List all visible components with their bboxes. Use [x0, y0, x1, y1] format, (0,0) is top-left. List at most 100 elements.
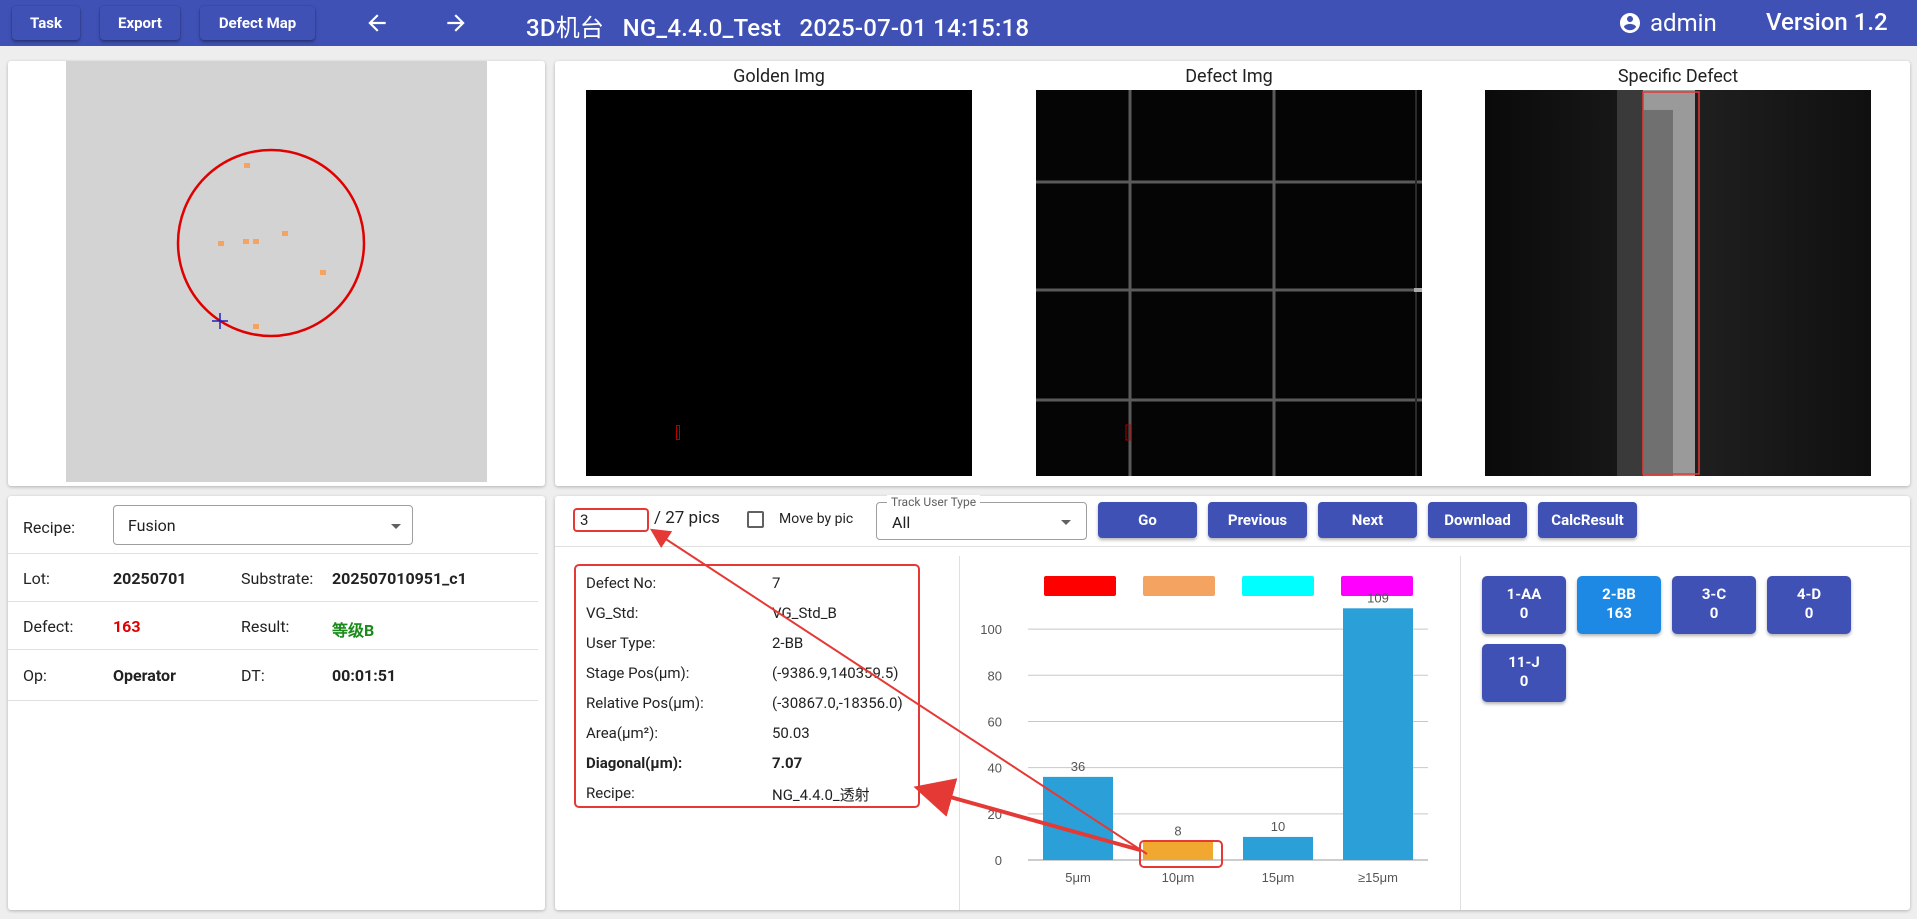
track-user-type-select[interactable]: Track User Type All	[876, 495, 1087, 540]
y-tick-label: 0	[995, 853, 1002, 868]
track-user-type-value: All	[892, 513, 911, 532]
y-tick-label: 80	[988, 668, 1002, 683]
op-value: Operator	[113, 666, 176, 685]
detail-value: 50.03	[772, 724, 810, 742]
detail-row-relative-pos: Relative Pos(μm): (-30867.0,-18356.0)	[586, 694, 916, 714]
bar	[1043, 776, 1113, 860]
op-row: Op: Operator DT: 00:01:51	[8, 651, 538, 701]
recipe-label: Recipe:	[23, 518, 75, 537]
detail-value: 2-BB	[772, 634, 804, 652]
chip-name: 1-AA	[1506, 585, 1542, 603]
defect-detail-box: Defect No: 7 VG_Std: VG_Std_B User Type: 2-…	[574, 564, 920, 808]
detail-row-defect-no: Defect No: 7	[586, 574, 916, 594]
specific-defect-title: Specific Defect	[1617, 66, 1739, 87]
defect-marker	[282, 231, 288, 236]
specific-defect-image[interactable]	[1485, 90, 1871, 476]
detail-row-area: Area(μm²): 50.03	[586, 724, 916, 744]
go-button[interactable]: Go	[1098, 502, 1197, 538]
x-tick-label: 15μm	[1262, 870, 1295, 885]
move-by-pic-checkbox[interactable]	[747, 511, 764, 528]
bar-value-label: 109	[1367, 590, 1389, 605]
section-divider	[1460, 556, 1461, 910]
user-menu[interactable]: admin	[1618, 9, 1717, 37]
username: admin	[1650, 9, 1717, 37]
dt-label: DT:	[241, 666, 265, 685]
chevron-down-icon	[1061, 520, 1071, 525]
defect-map-button[interactable]: Defect Map	[200, 6, 315, 40]
substrate-label: Substrate:	[241, 569, 314, 588]
legend-swatch	[1242, 576, 1314, 596]
detail-value: (-30867.0,-18356.0)	[772, 694, 903, 712]
defect-row: Defect: 163 Result: 等级B	[8, 602, 538, 650]
golden-defect-marker	[676, 425, 680, 440]
recipe-select[interactable]: Fusion	[113, 505, 413, 545]
user-type-chip-3-c[interactable]: 3-C 0	[1672, 576, 1756, 634]
bar	[1143, 841, 1213, 860]
task-button[interactable]: Task	[12, 6, 80, 40]
bar	[1343, 608, 1413, 860]
x-tick-label: ≥15μm	[1358, 870, 1398, 885]
bar-value-label: 8	[1174, 824, 1181, 839]
chip-name: 2-BB	[1602, 585, 1636, 603]
detail-row-diagonal: Diagonal(μm): 7.07	[586, 754, 916, 774]
version-label: Version 1.2	[1766, 8, 1888, 36]
wafer-map-canvas	[176, 148, 366, 338]
dt-value: 00:01:51	[332, 666, 397, 685]
bar	[1243, 836, 1313, 860]
defect-marker	[253, 239, 259, 244]
chip-name: 4-D	[1796, 585, 1822, 603]
user-type-chip-2-bb[interactable]: 2-BB 163	[1577, 576, 1661, 634]
user-type-chip-4-d[interactable]: 4-D 0	[1767, 576, 1851, 634]
defect-img-title: Defect Img	[1185, 66, 1273, 87]
x-tick-label: 10μm	[1162, 870, 1195, 885]
track-user-type-label: Track User Type	[887, 495, 981, 509]
y-tick-label: 100	[980, 622, 1002, 637]
user-type-chip-1-aa[interactable]: 1-AA 0	[1482, 576, 1566, 634]
detail-key: Area(μm²):	[586, 724, 658, 742]
calc-result-button[interactable]: CalcResult	[1538, 502, 1637, 538]
wafer-outline	[176, 148, 366, 338]
page-input[interactable]: 3	[573, 508, 649, 532]
chip-count: 0	[1519, 604, 1529, 622]
next-button[interactable]: Next	[1318, 502, 1417, 538]
bar-value-label: 10	[1271, 819, 1285, 834]
detail-key: Stage Pos(μm):	[586, 664, 690, 682]
forward-arrow-icon[interactable]	[443, 10, 469, 36]
chip-count: 0	[1519, 672, 1529, 690]
detail-key: Defect No:	[586, 574, 657, 592]
y-tick-label: 40	[988, 761, 1002, 776]
golden-image[interactable]	[586, 90, 972, 476]
chip-count: 0	[1804, 604, 1814, 622]
chip-count: 0	[1709, 604, 1719, 622]
recipe-value: Fusion	[128, 516, 176, 535]
detail-value: NG_4.4.0_透射	[772, 786, 870, 804]
y-tick-label: 20	[988, 807, 1002, 822]
download-button[interactable]: Download	[1428, 502, 1527, 538]
detail-key: User Type:	[586, 634, 656, 652]
substrate-value: 202507010951_c1	[332, 569, 467, 588]
op-label: Op:	[23, 666, 47, 685]
chevron-down-icon	[391, 524, 401, 529]
detail-row-user-type: User Type: 2-BB	[586, 634, 916, 654]
user-type-chip-11-j[interactable]: 11-J 0	[1482, 644, 1566, 702]
result-value: 等级B	[332, 621, 375, 640]
detail-key: Diagonal(μm):	[586, 754, 683, 772]
defect-count-value: 163	[113, 617, 141, 636]
wafer-map[interactable]	[66, 61, 487, 482]
detail-value: VG_Std_B	[772, 604, 837, 622]
previous-button[interactable]: Previous	[1208, 502, 1307, 538]
detail-row-stage-pos: Stage Pos(μm): (-9386.9,140359.5)	[586, 664, 916, 684]
detail-key: VG_Std:	[586, 604, 639, 622]
specific-defect-pattern	[1485, 90, 1871, 476]
defect-marker	[243, 239, 249, 244]
legend-swatch	[1143, 576, 1215, 596]
chip-name: 3-C	[1701, 585, 1727, 603]
back-arrow-icon[interactable]	[364, 10, 390, 36]
defect-size-chart: 0 20 40 60 80 100 36 5μm 8 10μm 10 15μm 109 ≥15μm	[980, 576, 1428, 885]
result-label: Result:	[241, 617, 290, 636]
defect-marker	[244, 163, 250, 168]
bar-value-label: 36	[1071, 759, 1085, 774]
export-button[interactable]: Export	[100, 6, 180, 40]
defect-image[interactable]	[1036, 90, 1422, 476]
defect-grid-pattern	[1036, 90, 1422, 476]
